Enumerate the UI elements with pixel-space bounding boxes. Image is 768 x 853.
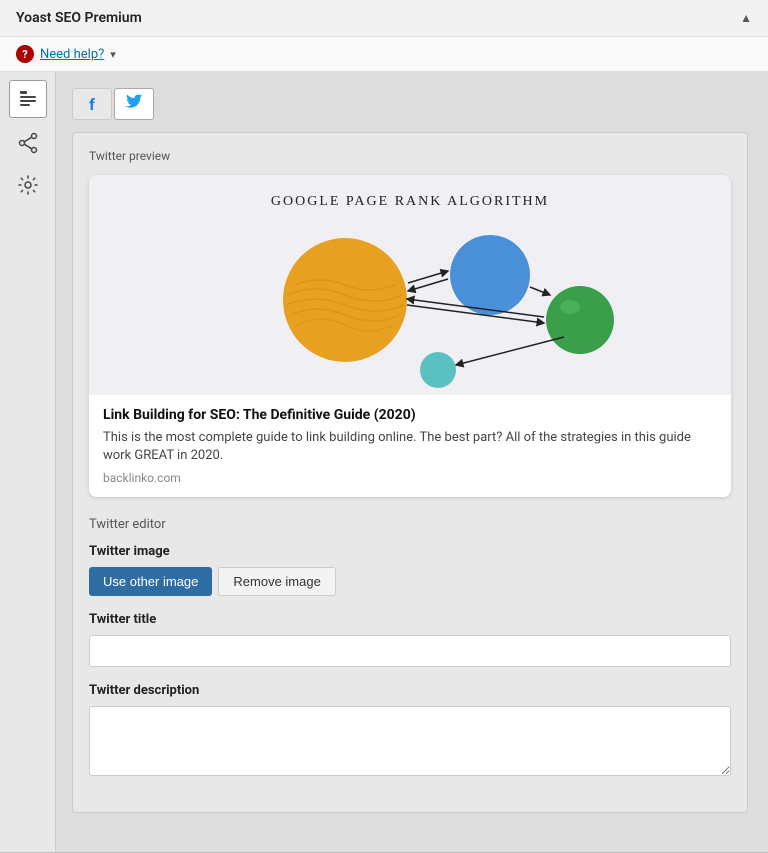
content-area: f Twitter preview bbox=[56, 72, 768, 852]
sidebar-item-settings[interactable] bbox=[9, 166, 47, 204]
remove-image-button[interactable]: Remove image bbox=[218, 567, 335, 596]
use-other-image-button[interactable]: Use other image bbox=[89, 567, 212, 596]
twitter-icon bbox=[125, 94, 143, 114]
tab-twitter[interactable] bbox=[114, 88, 154, 120]
twitter-editor-label: Twitter editor bbox=[89, 517, 731, 532]
twitter-description-input[interactable] bbox=[89, 706, 731, 776]
twitter-title-input[interactable] bbox=[89, 635, 731, 667]
twitter-title-field: Twitter title bbox=[89, 612, 731, 667]
preview-card-title: Link Building for SEO: The Definitive Gu… bbox=[103, 407, 717, 423]
app-title: Yoast SEO Premium bbox=[16, 10, 142, 26]
twitter-preview-label: Twitter preview bbox=[89, 149, 731, 163]
twitter-section: Twitter preview GOOGLE PAGE RANK ALGORIT… bbox=[72, 132, 748, 813]
facebook-icon: f bbox=[89, 95, 95, 114]
twitter-preview-card: GOOGLE PAGE RANK ALGORITHM bbox=[89, 175, 731, 497]
tab-row: f bbox=[72, 88, 748, 120]
diagram-heading: GOOGLE PAGE RANK ALGORITHM bbox=[271, 194, 549, 209]
main-layout: f Twitter preview bbox=[0, 72, 768, 852]
collapse-button[interactable]: ▲ bbox=[740, 11, 752, 25]
help-chevron-icon: ▾ bbox=[110, 48, 116, 61]
diagram-svg: GOOGLE PAGE RANK ALGORITHM bbox=[89, 175, 731, 395]
sidebar-item-share[interactable] bbox=[9, 124, 47, 162]
preview-card-description: This is the most complete guide to link … bbox=[103, 429, 717, 465]
twitter-description-field: Twitter description bbox=[89, 683, 731, 780]
preview-image-area: GOOGLE PAGE RANK ALGORITHM bbox=[89, 175, 731, 395]
sidebar-item-seo[interactable] bbox=[9, 80, 47, 118]
preview-card-text: Link Building for SEO: The Definitive Gu… bbox=[89, 395, 731, 497]
twitter-description-label: Twitter description bbox=[89, 683, 731, 698]
top-bar: Yoast SEO Premium ▲ bbox=[0, 0, 768, 37]
twitter-image-field: Twitter image Use other image Remove ima… bbox=[89, 544, 731, 596]
share-icon bbox=[17, 132, 39, 154]
twitter-title-label: Twitter title bbox=[89, 612, 731, 627]
help-row: ? Need help? ▾ bbox=[0, 37, 768, 72]
help-icon: ? bbox=[16, 45, 34, 63]
need-help-link[interactable]: Need help? bbox=[40, 47, 104, 62]
twitter-image-label: Twitter image bbox=[89, 544, 731, 559]
seo-analysis-icon bbox=[17, 88, 39, 110]
image-button-row: Use other image Remove image bbox=[89, 567, 731, 596]
sidebar bbox=[0, 72, 56, 852]
page-wrapper: Yoast SEO Premium ▲ ? Need help? ▾ bbox=[0, 0, 768, 853]
settings-gear-icon bbox=[17, 174, 39, 196]
preview-card-domain: backlinko.com bbox=[103, 471, 717, 485]
tab-facebook[interactable]: f bbox=[72, 88, 112, 120]
